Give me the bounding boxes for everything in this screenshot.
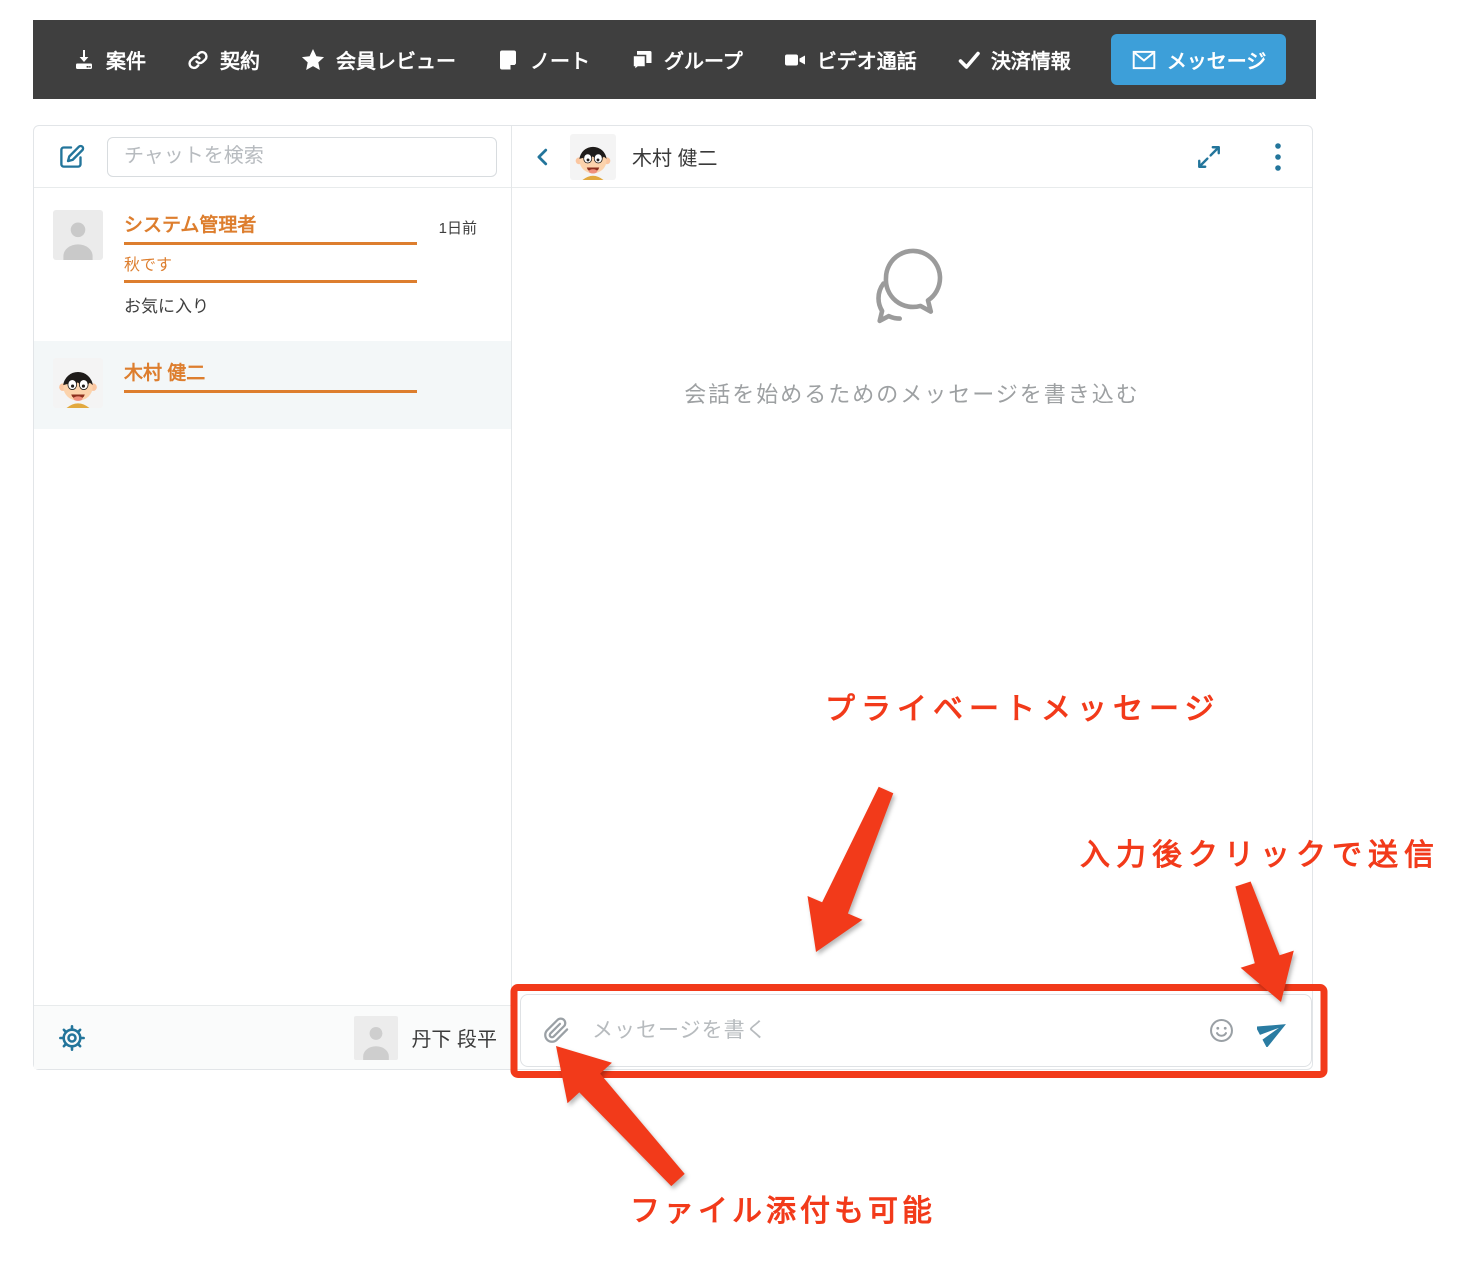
video-icon [783, 48, 807, 72]
expand-icon[interactable] [1196, 144, 1222, 170]
empty-state: 会話を始めるためのメッセージを書き込む [512, 240, 1312, 409]
chat-item-name: 木村 健二 [124, 358, 417, 393]
chat-area: 木村 健二 会話を始めるためのメッセージを書き込む [512, 126, 1312, 1069]
chat-list-item-admin[interactable]: システム管理者 秋です お気に入り 1日前 [34, 188, 511, 341]
chat-item-time: 1日前 [439, 217, 477, 238]
chat-item-main: 木村 健二 [124, 358, 417, 408]
send-icon[interactable] [1257, 1015, 1289, 1047]
chat-item-name: システム管理者 [124, 210, 417, 245]
compose-icon[interactable] [58, 143, 85, 170]
search-input[interactable] [107, 137, 497, 177]
gear-icon[interactable] [58, 1024, 86, 1052]
nav-item-label: グループ [664, 45, 743, 74]
chat-group-icon [630, 48, 654, 72]
chat-list-item-kimura[interactable]: 木村 健二 [34, 341, 511, 429]
note-icon [496, 48, 520, 72]
chat-header-actions [1196, 142, 1282, 172]
nav-item-label: ノート [530, 45, 590, 74]
nav-item-label: 会員レビュー [336, 45, 456, 74]
nav-item-messages[interactable]: メッセージ [1111, 34, 1287, 85]
nav-item-label: ビデオ通話 [817, 45, 917, 74]
star-icon [300, 47, 326, 73]
nav-item-member-reviews[interactable]: 会員レビュー [300, 45, 456, 74]
chat-title: 木村 健二 [632, 142, 718, 171]
check-icon [957, 48, 981, 72]
chat-item-tag: お気に入り [124, 292, 417, 317]
sidebar-footer: 丹下 段平 [34, 1005, 511, 1069]
chat-list: システム管理者 秋です お気に入り 1日前 木村 健二 [34, 188, 511, 1005]
back-chevron-icon[interactable] [532, 144, 554, 170]
nav-item-cases[interactable]: 案件 [72, 45, 146, 74]
chat-header: 木村 健二 [512, 126, 1312, 188]
cartoon-boy-avatar [53, 358, 103, 408]
chat-item-preview: 秋です [124, 251, 417, 283]
empty-state-message: 会話を始めるためのメッセージを書き込む [684, 377, 1140, 409]
nav-item-payment-info[interactable]: 決済情報 [957, 45, 1071, 74]
nav-item-label: 案件 [106, 45, 146, 74]
sidebar-header [34, 126, 511, 188]
link-icon [186, 48, 210, 72]
nav-item-contracts[interactable]: 契約 [186, 45, 260, 74]
message-composer [520, 994, 1312, 1067]
emoji-icon[interactable] [1208, 1017, 1235, 1044]
paperclip-icon[interactable] [543, 1017, 570, 1044]
envelope-icon [1131, 47, 1157, 73]
messenger-panel: システム管理者 秋です お気に入り 1日前 木村 健二 [33, 125, 1313, 1070]
chat-bubbles-icon [866, 240, 958, 337]
nav-item-video-call[interactable]: ビデオ通話 [783, 45, 917, 74]
annotation-attach-hint-label: ファイル添付も可能 [630, 1186, 936, 1230]
nav-item-groups[interactable]: グループ [630, 45, 743, 74]
nav-item-label: メッセージ [1167, 45, 1267, 74]
cartoon-boy-avatar [570, 134, 616, 180]
download-icon [72, 48, 96, 72]
chat-sidebar: システム管理者 秋です お気に入り 1日前 木村 健二 [34, 126, 512, 1069]
kebab-menu-icon[interactable] [1274, 142, 1282, 172]
nav-item-label: 契約 [220, 45, 260, 74]
top-nav: 案件 契約 会員レビュー ノート グループ ビデオ通話 決済情報 メッセージ [33, 20, 1316, 99]
current-user-name: 丹下 段平 [411, 1023, 497, 1052]
message-input[interactable] [592, 1019, 1186, 1043]
current-user: 丹下 段平 [354, 1016, 497, 1060]
person-placeholder-avatar [53, 210, 103, 260]
nav-item-label: 決済情報 [991, 45, 1071, 74]
chat-body: 会話を始めるためのメッセージを書き込む [512, 188, 1312, 1069]
person-placeholder-avatar [354, 1016, 398, 1060]
nav-item-notes[interactable]: ノート [496, 45, 590, 74]
chat-item-main: システム管理者 秋です お気に入り [124, 210, 417, 317]
